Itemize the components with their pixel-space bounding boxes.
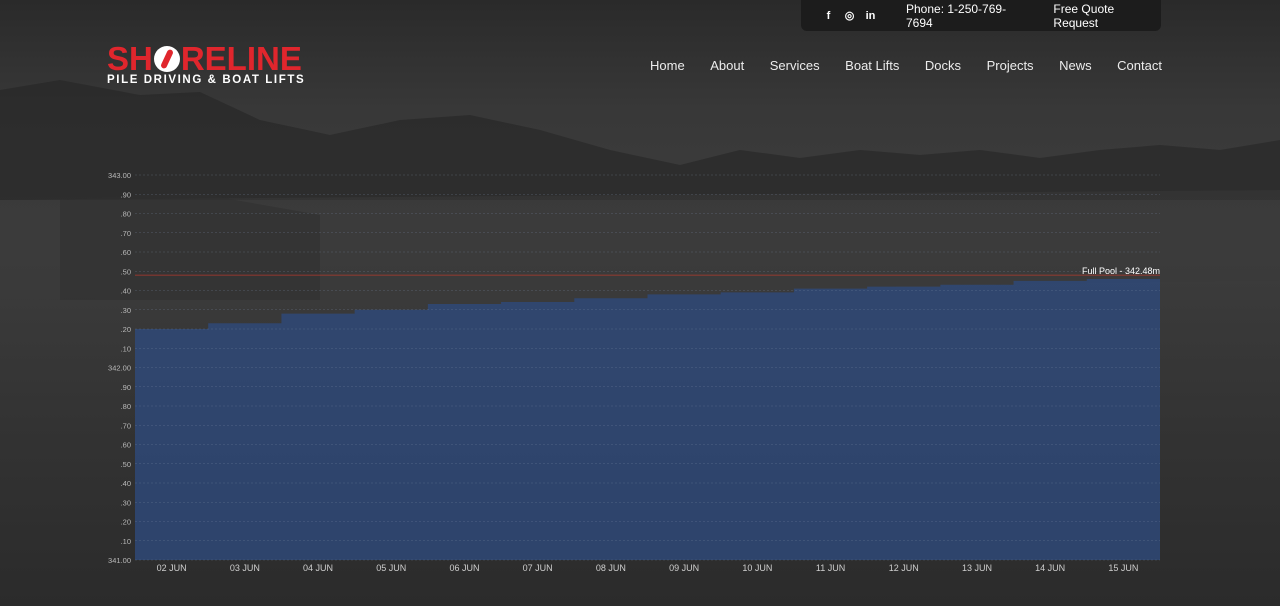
- x-tick-label: 07 JUN: [523, 563, 553, 573]
- y-tick-label: .90: [121, 190, 131, 199]
- y-tick-label: .40: [121, 479, 131, 488]
- y-tick-label: .70: [121, 421, 131, 430]
- y-tick-label: 343.00: [108, 171, 131, 180]
- y-tick-label: .20: [121, 518, 131, 527]
- lake-level-area: [135, 278, 1160, 560]
- y-tick-label: 341.00: [108, 556, 131, 565]
- x-tick-label: 10 JUN: [742, 563, 772, 573]
- y-tick-label: .40: [121, 287, 131, 296]
- x-tick-label: 06 JUN: [449, 563, 479, 573]
- x-tick-label: 04 JUN: [303, 563, 333, 573]
- y-tick-label: .30: [121, 306, 131, 315]
- y-tick-label: .80: [121, 210, 131, 219]
- x-tick-label: 13 JUN: [962, 563, 992, 573]
- full-pool-label: Full Pool - 342.48m: [1082, 266, 1160, 276]
- x-tick-label: 15 JUN: [1108, 563, 1138, 573]
- y-tick-label: .10: [121, 344, 131, 353]
- x-tick-label: 08 JUN: [596, 563, 626, 573]
- y-tick-label: .80: [121, 402, 131, 411]
- x-tick-label: 11 JUN: [816, 563, 845, 573]
- lake-level-chart: 343.00 .90 .80 .70 .60 .50 .40 .30 .20 .10 342.00.…: [108, 171, 1160, 573]
- y-tick-label: .90: [121, 383, 131, 392]
- y-tick-label: .70: [121, 229, 131, 238]
- x-tick-label: 12 JUN: [889, 563, 919, 573]
- y-tick-label: .50: [121, 267, 131, 276]
- y-tick-label: .30: [121, 498, 131, 507]
- y-tick-label: 342.00: [108, 364, 131, 373]
- y-tick-label: .50: [121, 460, 131, 469]
- x-tick-label: 05 JUN: [376, 563, 406, 573]
- y-tick-label: .20: [121, 325, 131, 334]
- x-tick-label: 09 JUN: [669, 563, 699, 573]
- y-tick-label: .60: [121, 248, 131, 257]
- y-tick-label: .10: [121, 537, 131, 546]
- y-tick-label: .60: [121, 441, 131, 450]
- x-tick-label: 03 JUN: [230, 563, 260, 573]
- x-tick-label: 14 JUN: [1035, 563, 1065, 573]
- x-tick-label: 02 JUN: [157, 563, 187, 573]
